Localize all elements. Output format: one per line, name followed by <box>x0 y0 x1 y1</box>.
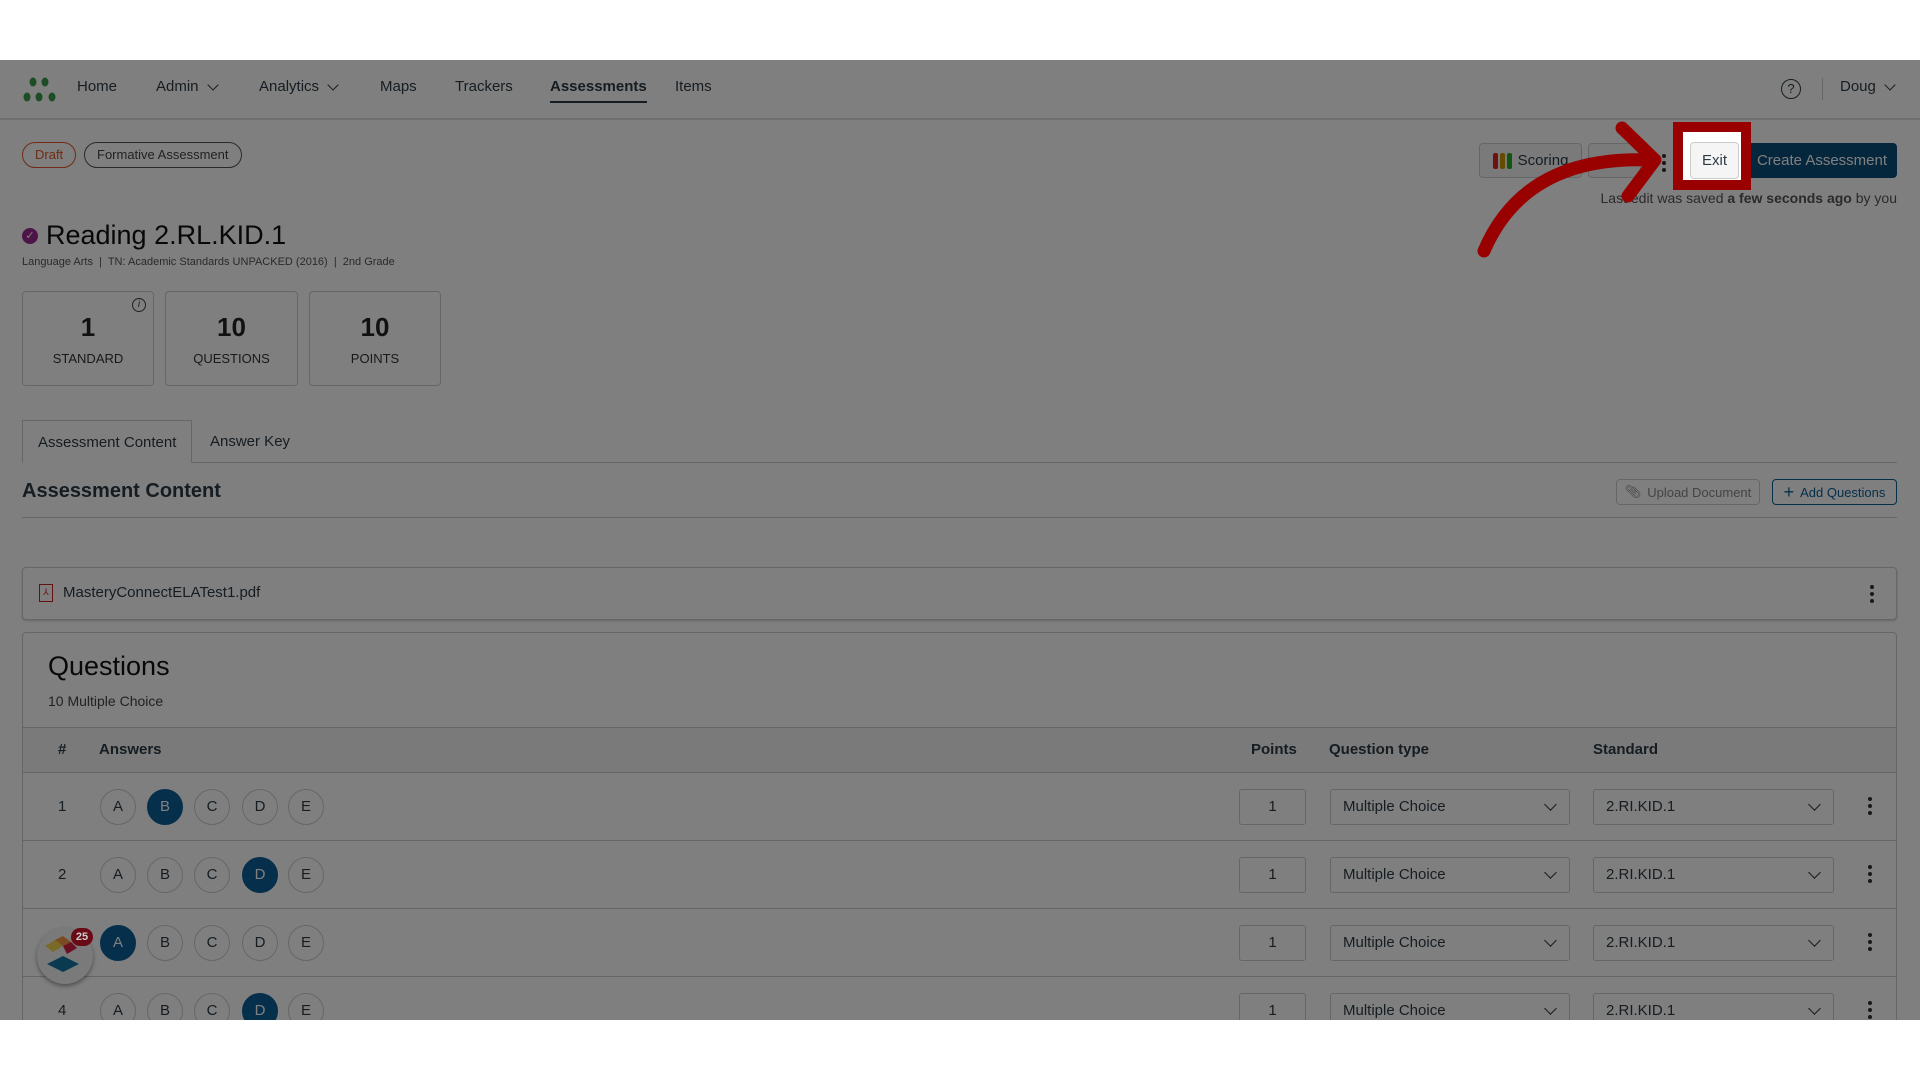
chat-widget[interactable]: 25 <box>37 928 93 984</box>
notification-badge: 25 <box>71 928 93 946</box>
exit-button[interactable]: Exit <box>1690 142 1739 179</box>
annotation-arrow <box>1477 121 1662 258</box>
